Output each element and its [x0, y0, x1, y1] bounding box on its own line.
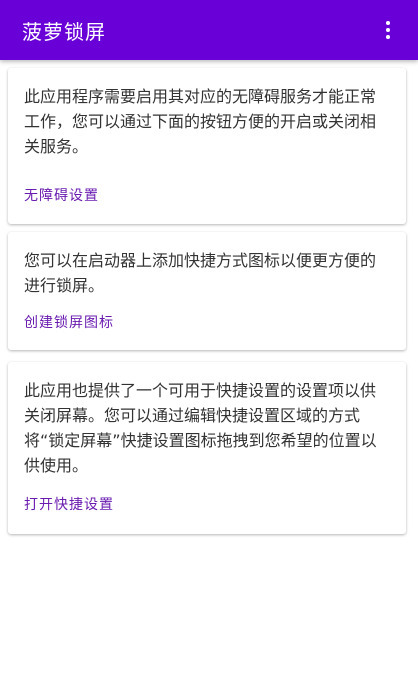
more-vert-icon[interactable] — [376, 15, 400, 45]
app-bar: 菠萝锁屏 — [0, 0, 418, 60]
quick-settings-card: 此应用也提供了一个可用于快捷设置的设置项以供关闭屏幕。您可以通过编辑快捷设置区域… — [8, 362, 406, 534]
shortcut-description: 您可以在启动器上添加快捷方式图标以便更方便的进行锁屏。 — [24, 251, 377, 295]
accessibility-settings-button[interactable]: 无障碍设置 — [24, 185, 99, 205]
open-quick-settings-button[interactable]: 打开快捷设置 — [24, 494, 114, 514]
accessibility-description: 此应用程序需要启用其对应的无障碍服务才能正常工作，您可以通过下面的按钮方便的开启… — [24, 87, 377, 156]
app-title: 菠萝锁屏 — [22, 19, 106, 44]
accessibility-card: 此应用程序需要启用其对应的无障碍服务才能正常工作，您可以通过下面的按钮方便的开启… — [8, 68, 406, 224]
shortcut-card: 您可以在启动器上添加快捷方式图标以便更方便的进行锁屏。 创建锁屏图标 — [8, 232, 406, 350]
create-lock-icon-button[interactable]: 创建锁屏图标 — [24, 312, 114, 332]
quick-settings-description: 此应用也提供了一个可用于快捷设置的设置项以供关闭屏幕。您可以通过编辑快捷设置区域… — [24, 381, 377, 475]
